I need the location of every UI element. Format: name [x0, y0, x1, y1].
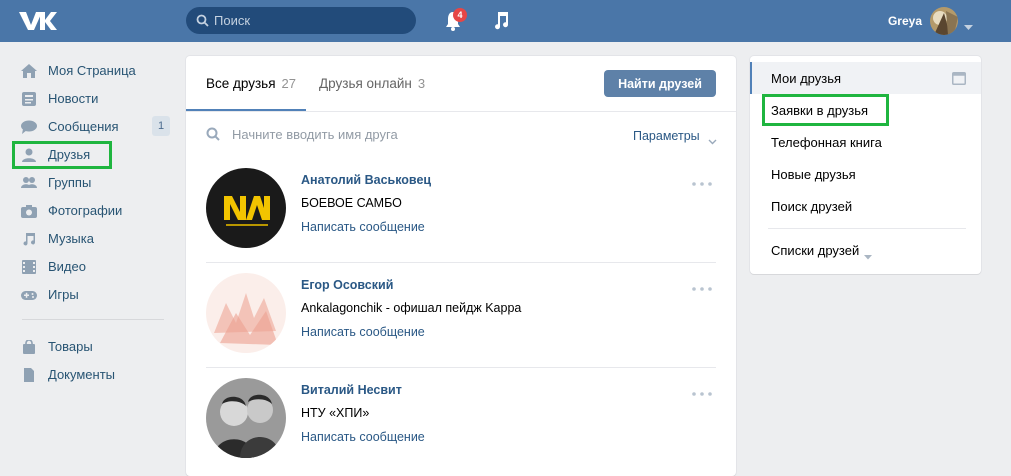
avatar[interactable]	[930, 7, 958, 35]
chevron-down-icon[interactable]	[708, 133, 717, 148]
left-menu-item-label: Видео	[48, 259, 86, 274]
friend-name[interactable]: Виталий Несвит	[301, 383, 402, 397]
friend-name[interactable]: Егор Осовский	[301, 278, 393, 292]
left-menu-item-label: Новости	[48, 91, 99, 106]
right-menu-divider	[768, 228, 966, 229]
username[interactable]: Greya	[872, 14, 922, 28]
friend-search-bar: Параметры	[186, 112, 736, 158]
left-menu-item-groups[interactable]: Группы	[12, 169, 172, 197]
left-menu-item-video[interactable]: Видео	[12, 253, 172, 281]
groups-icon	[21, 176, 37, 190]
left-menu-item-label: Документы	[48, 367, 116, 382]
write-message-link[interactable]: Написать сообщение	[301, 220, 425, 234]
write-message-link[interactable]: Написать сообщение	[301, 325, 425, 339]
active-tab-underline	[186, 109, 306, 111]
more-actions-icon[interactable]	[692, 279, 712, 294]
friend-avatar[interactable]	[206, 378, 286, 458]
right-menu-item-label: Мои друзья	[771, 71, 842, 86]
more-actions-icon[interactable]	[692, 384, 712, 399]
chevron-down-icon[interactable]	[964, 19, 973, 34]
right-menu-item-label: Новые друзья	[771, 167, 856, 182]
left-menu-divider	[22, 319, 164, 320]
video-icon	[21, 260, 37, 274]
friend-avatar[interactable]	[206, 168, 286, 248]
messages-count-badge: 1	[152, 116, 170, 136]
top-header: 4 Greya	[0, 0, 1011, 42]
tab-all-friends[interactable]: Все друзья 27	[206, 76, 296, 91]
left-menu-item-label: Фотографии	[48, 203, 123, 218]
left-menu-item-label: Игры	[48, 287, 79, 302]
news-icon	[21, 92, 37, 106]
left-menu-item-messages[interactable]: Сообщения 1	[12, 113, 172, 141]
parameters-dropdown[interactable]: Параметры	[633, 129, 700, 143]
search-input[interactable]	[214, 7, 404, 34]
friends-right-menu: Мои друзья Заявки в друзья Телефонная кн…	[750, 56, 981, 274]
camera-icon	[21, 204, 37, 218]
messages-icon	[21, 120, 37, 134]
left-menu-item-games[interactable]: Игры	[12, 281, 172, 309]
calendar-icon[interactable]	[952, 71, 966, 88]
document-icon	[21, 368, 37, 382]
friend-row: Анатолий Васьковец БОЕВОЕ САМБО Написать…	[206, 158, 716, 262]
left-menu-item-goods[interactable]: Товары	[12, 333, 172, 361]
left-menu-item-friends[interactable]: Друзья	[12, 141, 112, 169]
left-menu-item-music[interactable]: Музыка	[12, 225, 172, 253]
friend-name[interactable]: Анатолий Васьковец	[301, 173, 431, 187]
friend-info: Ankalagonchik - офишал пейдж Kappa	[301, 301, 522, 315]
left-menu-item-label: Моя Страница	[48, 63, 136, 78]
music-icon	[21, 232, 37, 246]
tab-label: Друзья онлайн	[319, 76, 412, 91]
find-friends-button[interactable]: Найти друзей	[604, 70, 716, 97]
right-menu-item-label: Заявки в друзья	[771, 103, 869, 118]
search-icon	[196, 14, 209, 30]
right-menu-item-my-friends[interactable]: Мои друзья	[750, 62, 981, 94]
write-message-link[interactable]: Написать сообщение	[301, 430, 425, 444]
left-menu-item-label: Друзья	[48, 147, 91, 162]
right-menu-item-label: Поиск друзей	[771, 199, 853, 214]
left-menu: Моя Страница Новости Сообщения 1 Друзья …	[12, 57, 172, 389]
chevron-down-icon[interactable]	[864, 248, 872, 263]
tab-label: Все друзья	[206, 76, 276, 91]
tab-count: 27	[281, 76, 296, 91]
tab-count: 3	[417, 76, 426, 91]
friend-row: Егор Осовский Ankalagonchik - офишал пей…	[206, 263, 716, 367]
friend-info: НТУ «ХПИ»	[301, 406, 370, 420]
friend-lists-dropdown[interactable]: Списки друзей	[771, 243, 859, 258]
tab-friends-online[interactable]: Друзья онлайн 3	[319, 76, 425, 91]
left-menu-item-label: Сообщения	[48, 119, 119, 134]
left-menu-item-my-page[interactable]: Моя Страница	[12, 57, 172, 85]
home-icon	[21, 64, 37, 78]
left-menu-item-label: Группы	[48, 175, 92, 190]
friend-info: БОЕВОЕ САМБО	[301, 196, 402, 210]
more-actions-icon[interactable]	[692, 174, 712, 189]
right-menu-item-friend-requests[interactable]: Заявки в друзья	[762, 94, 889, 126]
right-menu-item-find-friends[interactable]: Поиск друзей	[750, 190, 981, 222]
friend-search-input[interactable]	[232, 124, 582, 144]
vk-logo-icon[interactable]	[17, 8, 57, 34]
right-menu-item-new-friends[interactable]: Новые друзья	[750, 158, 981, 190]
music-icon[interactable]	[492, 10, 510, 33]
friend-avatar[interactable]	[206, 273, 286, 353]
friends-tabs: Все друзья 27 Друзья онлайн 3 Найти друзей	[186, 56, 736, 112]
left-menu-item-label: Музыка	[48, 231, 94, 246]
left-menu-item-documents[interactable]: Документы	[12, 361, 172, 389]
bag-icon	[21, 339, 37, 354]
gamepad-icon	[21, 288, 37, 302]
friend-row: Виталий Несвит НТУ «ХПИ» Написать сообще…	[206, 368, 716, 472]
notifications-badge: 4	[453, 8, 467, 22]
friend-icon	[21, 148, 37, 162]
friends-panel: Все друзья 27 Друзья онлайн 3 Найти друзей…	[186, 56, 736, 476]
right-menu-item-phone-book[interactable]: Телефонная книга	[750, 126, 981, 158]
right-menu-item-label: Телефонная книга	[771, 135, 882, 150]
search-icon	[206, 127, 220, 144]
left-menu-item-news[interactable]: Новости	[12, 85, 172, 113]
left-menu-item-label: Товары	[48, 339, 93, 354]
search-box[interactable]	[186, 7, 416, 34]
left-menu-item-photos[interactable]: Фотографии	[12, 197, 172, 225]
